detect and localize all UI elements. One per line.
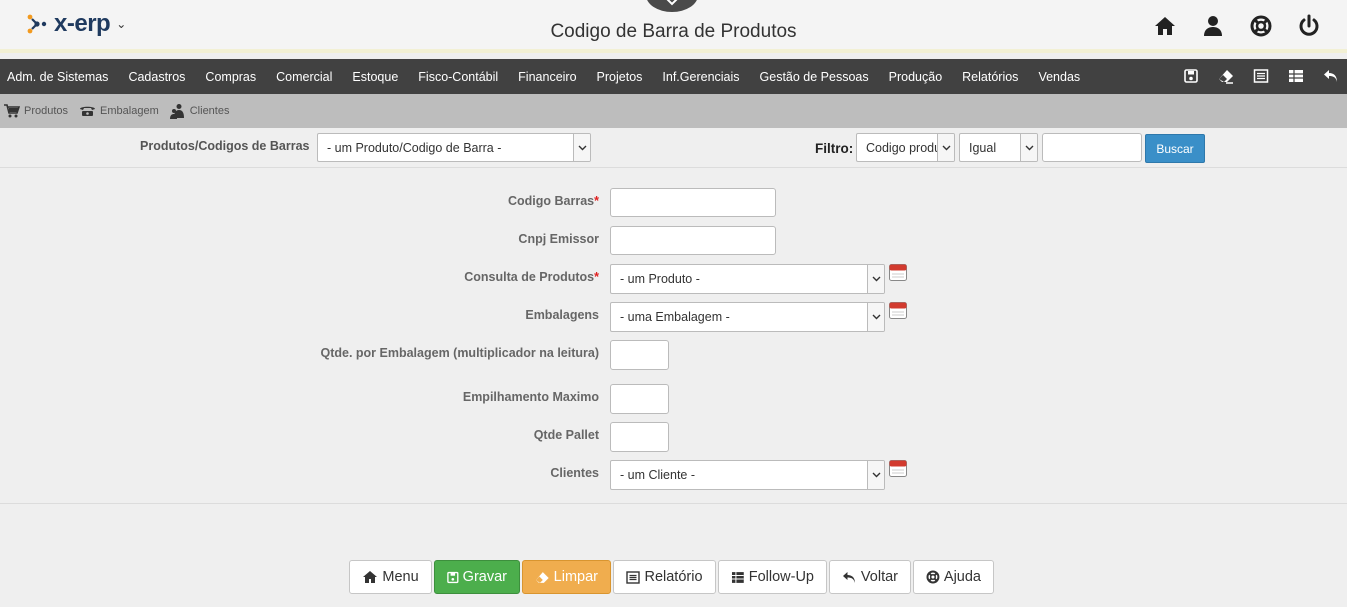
embalagem-select-value: - uma Embalagem - <box>620 310 730 324</box>
menu-gestao-pessoas[interactable]: Gestão de Pessoas <box>760 70 869 84</box>
calendar-icon[interactable] <box>889 460 907 477</box>
menu-comercial[interactable]: Comercial <box>276 70 332 84</box>
subnav-embalagem[interactable]: Embalagem <box>79 105 159 117</box>
chevron-down-icon <box>573 134 590 161</box>
search-button[interactable]: Buscar <box>1145 134 1205 163</box>
lifebuoy-icon[interactable] <box>1249 14 1273 38</box>
menu-adm-sistemas[interactable]: Adm. de Sistemas <box>7 70 108 84</box>
qtde-embalagem-label: Qtde. por Embalagem (multiplicador na le… <box>320 346 599 360</box>
collapse-tab[interactable] <box>646 0 698 12</box>
chevron-down-icon <box>867 265 884 293</box>
home-icon[interactable] <box>1153 14 1177 38</box>
subnav-produtos-label: Produtos <box>24 105 69 117</box>
main-menubar: Adm. de Sistemas Cadastros Compras Comer… <box>0 59 1347 94</box>
undo-icon <box>842 571 855 583</box>
menu-inf-gerenciais[interactable]: Inf.Gerenciais <box>662 70 739 84</box>
chevron-down-icon <box>937 134 954 161</box>
filtro-label: Filtro: <box>815 141 854 156</box>
followup-button-label: Follow-Up <box>748 569 814 585</box>
table-icon <box>731 571 744 583</box>
limpar-button[interactable]: Limpar <box>522 560 611 594</box>
record-select-value: - um Produto/Codigo de Barra - <box>327 140 502 155</box>
subnav-embalagem-label: Embalagem <box>100 105 159 117</box>
menu-estoque[interactable]: Estoque <box>352 70 398 84</box>
cliente-select-value: - um Cliente - <box>620 468 696 482</box>
limpar-button-label: Limpar <box>553 569 598 585</box>
chevron-down-icon <box>867 461 884 489</box>
followup-button[interactable]: Follow-Up <box>718 560 827 594</box>
menu-compras[interactable]: Compras <box>205 70 256 84</box>
people-icon <box>169 104 184 119</box>
codigo-barras-label: Codigo Barras* <box>507 194 599 208</box>
menu-button[interactable]: Menu <box>349 560 432 594</box>
menu-cadastros[interactable]: Cadastros <box>128 70 185 84</box>
menu-financeiro[interactable]: Financeiro <box>518 70 576 84</box>
qtde-pallet-input[interactable] <box>610 422 669 452</box>
undo-icon[interactable] <box>1323 68 1339 84</box>
table-icon[interactable] <box>1288 68 1304 84</box>
phone-icon <box>80 106 96 116</box>
chevron-down-icon <box>666 0 678 6</box>
menu-vendas[interactable]: Vendas <box>1038 70 1080 84</box>
filter-value-input[interactable] <box>1042 133 1142 162</box>
gravar-button-label: Gravar <box>462 569 507 585</box>
gravar-button[interactable]: Gravar <box>434 560 520 594</box>
user-icon[interactable] <box>1201 14 1225 38</box>
menu-relatorios[interactable]: Relatórios <box>962 70 1018 84</box>
chevron-down-icon <box>1020 134 1037 161</box>
menu-fisco-contabil[interactable]: Fisco-Contábil <box>418 70 498 84</box>
cnpj-emissor-label: Cnpj Emissor <box>518 232 599 246</box>
produto-select[interactable]: - um Produto - <box>610 264 885 294</box>
list-icon[interactable] <box>1253 68 1269 84</box>
qtde-embalagem-input[interactable] <box>610 340 669 370</box>
menu-producao[interactable]: Produção <box>889 70 943 84</box>
subnav-clientes-label: Clientes <box>189 105 230 117</box>
filter-row: Produtos/Codigos de Barras - um Produto/… <box>0 128 1347 168</box>
calendar-icon[interactable] <box>889 264 907 281</box>
record-select[interactable]: - um Produto/Codigo de Barra - <box>317 133 591 162</box>
ajuda-button-label: Ajuda <box>943 569 981 585</box>
eraser-icon[interactable] <box>1218 68 1234 84</box>
power-icon[interactable] <box>1297 14 1321 38</box>
chevron-down-icon <box>867 303 884 331</box>
save-icon <box>447 571 459 583</box>
cliente-select[interactable]: - um Cliente - <box>610 460 885 490</box>
filter-operator-value: Igual <box>969 140 997 155</box>
cart-icon <box>4 104 20 118</box>
relatorio-button[interactable]: Relatório <box>613 560 716 594</box>
record-select-label: Produtos/Codigos de Barras <box>140 139 310 153</box>
qtde-pallet-label: Qtde Pallet <box>533 428 599 442</box>
voltar-button[interactable]: Voltar <box>829 560 911 594</box>
save-icon[interactable] <box>1183 68 1199 84</box>
filter-field-select[interactable]: Codigo produto <box>856 133 955 162</box>
subnav-produtos[interactable]: Produtos <box>4 104 68 118</box>
empilhamento-label: Empilhamento Maximo <box>462 390 599 404</box>
action-buttons: Menu Gravar Limpar Relatório Follow-Up V… <box>349 560 994 594</box>
produto-select-value: - um Produto - <box>620 272 700 286</box>
cnpj-emissor-input[interactable] <box>610 226 776 255</box>
empilhamento-input[interactable] <box>610 384 669 414</box>
menu-projetos[interactable]: Projetos <box>597 70 643 84</box>
ajuda-button[interactable]: Ajuda <box>913 560 994 594</box>
home-icon <box>363 571 378 583</box>
calendar-icon[interactable] <box>889 302 907 319</box>
subnav-clientes[interactable]: Clientes <box>169 103 230 119</box>
filter-operator-select[interactable]: Igual <box>959 133 1038 162</box>
edit-form: Codigo Barras* Cnpj Emissor Consulta de … <box>0 168 1347 504</box>
eraser-icon <box>535 571 549 583</box>
relatorio-button-label: Relatório <box>644 569 703 585</box>
page-title: Codigo de Barra de Produtos <box>550 21 797 42</box>
menu-button-label: Menu <box>382 569 419 585</box>
embalagens-label: Embalagens <box>525 308 599 322</box>
sub-navigation: Produtos Embalagem Clientes <box>0 94 1347 128</box>
lifebuoy-icon <box>926 570 940 584</box>
clientes-label: Clientes <box>550 466 599 480</box>
top-header: x-erp ⌄ Codigo de Barra de Produtos <box>0 0 1347 53</box>
voltar-button-label: Voltar <box>860 569 898 585</box>
codigo-barras-input[interactable] <box>610 188 776 217</box>
consulta-produtos-label: Consulta de Produtos* <box>464 270 599 284</box>
embalagem-select[interactable]: - uma Embalagem - <box>610 302 885 332</box>
list-icon <box>626 570 641 584</box>
